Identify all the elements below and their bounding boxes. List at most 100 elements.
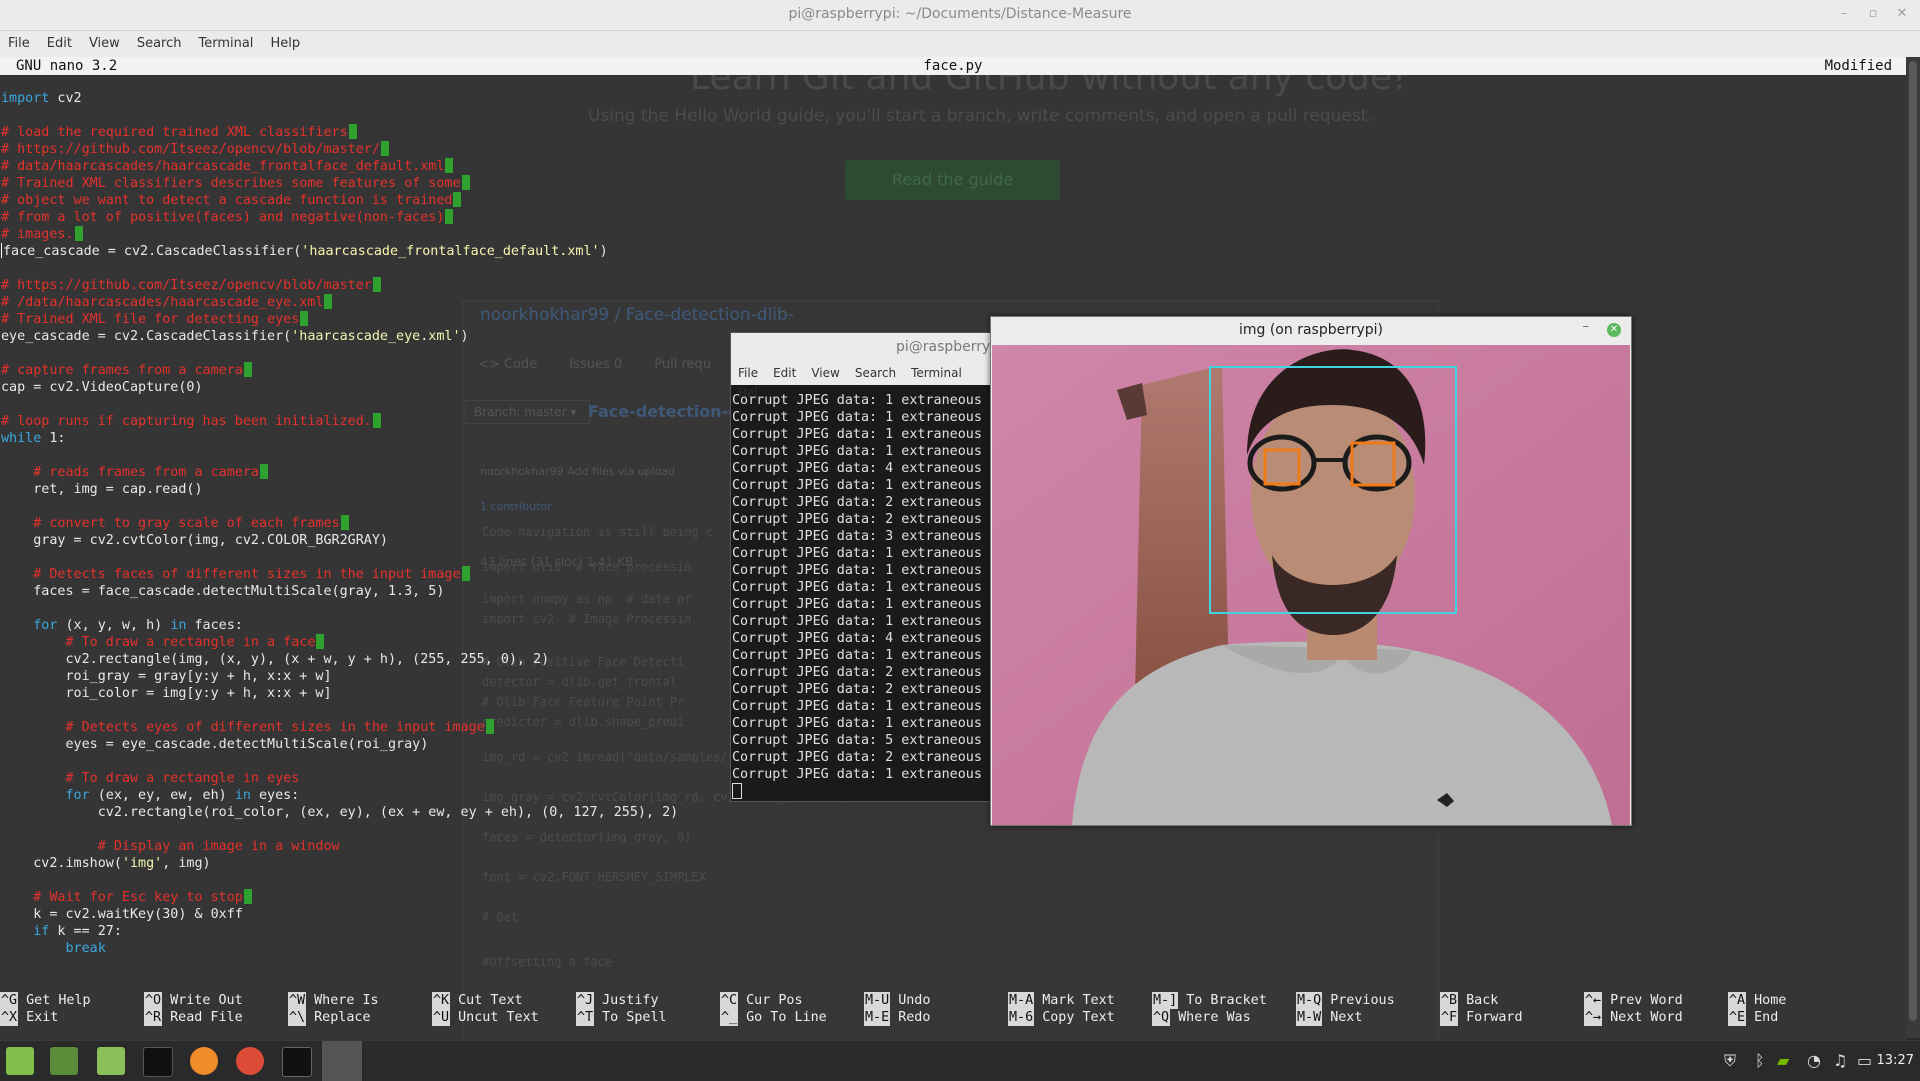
- shortcut-item[interactable]: M-] To Bracket: [1152, 992, 1267, 1009]
- shortcut-item[interactable]: ^J Justify: [576, 992, 667, 1009]
- code-line[interactable]: # https://github.com/Itseez/opencv/blob/…: [1, 141, 678, 158]
- code-line[interactable]: # https://github.com/Itseez/opencv/blob/…: [1, 277, 678, 294]
- code-line[interactable]: import cv2: [1, 90, 678, 107]
- code-line[interactable]: # Wait for Esc key to stop: [1, 889, 678, 906]
- code-line[interactable]: # Display an image in a window: [1, 838, 678, 855]
- code-line[interactable]: [1, 549, 678, 566]
- shortcut-item[interactable]: ^Q Where Was: [1152, 1009, 1267, 1026]
- shortcut-item[interactable]: ^R Read File: [144, 1009, 243, 1026]
- code-line[interactable]: # from a lot of positive(faces) and nega…: [1, 209, 678, 226]
- nvidia-icon[interactable]: ▰: [1777, 1051, 1789, 1070]
- t2-menu-view[interactable]: View: [804, 361, 847, 380]
- mint-menu-icon[interactable]: [6, 1047, 34, 1075]
- code-line[interactable]: if k == 27:: [1, 923, 678, 940]
- code-line[interactable]: [1, 753, 678, 770]
- minimize-icon[interactable]: –: [1836, 6, 1852, 22]
- code-line[interactable]: while 1:: [1, 430, 678, 447]
- opencv-image-window[interactable]: img (on raspberrypi) – ✕: [990, 316, 1632, 826]
- clock[interactable]: 13:27: [1877, 1053, 1914, 1068]
- code-line[interactable]: for (x, y, w, h) in faces:: [1, 617, 678, 634]
- close-icon[interactable]: ✕: [1607, 323, 1621, 337]
- t2-menu-edit[interactable]: Edit: [766, 361, 804, 380]
- code-line[interactable]: cap = cv2.VideoCapture(0): [1, 379, 678, 396]
- menu-edit[interactable]: Edit: [39, 31, 81, 51]
- nano-editor[interactable]: import cv2 # load the required trained XM…: [1, 90, 678, 957]
- close-icon[interactable]: ✕: [1894, 6, 1910, 22]
- code-line[interactable]: k = cv2.waitKey(30) & 0xff: [1, 906, 678, 923]
- second-terminal-window[interactable]: pi@raspberrypi File Edit View Search Termina…: [730, 332, 994, 802]
- code-line[interactable]: [1, 396, 678, 413]
- code-line[interactable]: # loop runs if capturing has been initia…: [1, 413, 678, 430]
- shortcut-item[interactable]: M-W Next: [1296, 1009, 1395, 1026]
- files-icon[interactable]: [97, 1047, 125, 1075]
- code-line[interactable]: # data/haarcascades/haarcascade_frontalf…: [1, 158, 678, 175]
- code-line[interactable]: # Trained XML classifiers describes some…: [1, 175, 678, 192]
- shortcut-item[interactable]: ^\ Replace: [288, 1009, 379, 1026]
- code-line[interactable]: break: [1, 940, 678, 957]
- code-line[interactable]: # Detects faces of different sizes in th…: [1, 566, 678, 583]
- shortcut-item[interactable]: ^G Get Help: [0, 992, 91, 1009]
- shortcut-item[interactable]: ^_ Go To Line: [720, 1009, 827, 1026]
- code-line[interactable]: for (ex, ey, ew, eh) in eyes:: [1, 787, 678, 804]
- shortcut-item[interactable]: ^B Back: [1440, 992, 1523, 1009]
- shortcut-item[interactable]: ^← Prev Word: [1584, 992, 1683, 1009]
- terminal-scrollbar[interactable]: [1906, 57, 1920, 1038]
- shortcut-item[interactable]: M-U Undo: [864, 992, 930, 1009]
- code-line[interactable]: roi_color = img[y:y + h, x:x + w]: [1, 685, 678, 702]
- shortcut-item[interactable]: ^A Home: [1728, 992, 1786, 1009]
- menu-search[interactable]: Search: [129, 31, 191, 51]
- code-line[interactable]: cv2.rectangle(img, (x, y), (x + w, y + h…: [1, 651, 678, 668]
- t2-menu-file[interactable]: File: [731, 361, 766, 380]
- battery-icon[interactable]: ▭: [1857, 1051, 1872, 1070]
- shortcut-item[interactable]: ^→ Next Word: [1584, 1009, 1683, 1026]
- menu-help[interactable]: Help: [262, 31, 309, 51]
- t2-menu-search[interactable]: Search: [848, 361, 904, 380]
- code-line[interactable]: face_cascade = cv2.CascadeClassifier('ha…: [1, 243, 678, 260]
- code-line[interactable]: # convert to gray scale of each frames: [1, 515, 678, 532]
- code-line[interactable]: cv2.imshow('img', img): [1, 855, 678, 872]
- shortcut-item[interactable]: ^F Forward: [1440, 1009, 1523, 1026]
- shortcut-item[interactable]: ^O Write Out: [144, 992, 243, 1009]
- code-line[interactable]: # capture frames from a camera: [1, 362, 678, 379]
- code-line[interactable]: [1, 702, 678, 719]
- chrome-icon[interactable]: [236, 1047, 264, 1075]
- code-line[interactable]: [1, 872, 678, 889]
- menu-terminal[interactable]: Terminal: [190, 31, 262, 51]
- terminal-window-icon[interactable]: [282, 1047, 312, 1077]
- code-line[interactable]: # images.: [1, 226, 678, 243]
- code-line[interactable]: # object we want to detect a cascade fun…: [1, 192, 678, 209]
- minimize-icon[interactable]: –: [1583, 319, 1590, 334]
- image-window-title[interactable]: img (on raspberrypi): [991, 317, 1631, 344]
- maximize-icon[interactable]: ▫: [1865, 6, 1881, 22]
- second-terminal-titlebar[interactable]: pi@raspberrypi: [731, 333, 993, 361]
- menu-file[interactable]: File: [0, 31, 39, 51]
- show-desktop-icon[interactable]: [50, 1047, 78, 1075]
- sound-icon[interactable]: ♫: [1833, 1051, 1847, 1070]
- shortcut-item[interactable]: ^K Cut Text: [432, 992, 539, 1009]
- scrollbar-thumb[interactable]: [1909, 61, 1917, 1021]
- shortcut-item[interactable]: M-E Redo: [864, 1009, 930, 1026]
- shield-icon[interactable]: ⛨: [1724, 1051, 1736, 1071]
- terminal-icon[interactable]: [143, 1047, 173, 1077]
- shortcut-item[interactable]: ^T To Spell: [576, 1009, 667, 1026]
- code-line[interactable]: [1, 107, 678, 124]
- code-line[interactable]: # reads frames from a camera: [1, 464, 678, 481]
- code-line[interactable]: # To draw a rectangle in eyes: [1, 770, 678, 787]
- firefox-icon[interactable]: [190, 1047, 218, 1075]
- code-line[interactable]: faces = face_cascade.detectMultiScale(gr…: [1, 583, 678, 600]
- code-line[interactable]: [1, 260, 678, 277]
- code-line[interactable]: # To draw a rectangle in a face: [1, 634, 678, 651]
- shortcut-item[interactable]: ^E End: [1728, 1009, 1786, 1026]
- code-line[interactable]: [1, 447, 678, 464]
- menu-view[interactable]: View: [81, 31, 129, 51]
- code-line[interactable]: # /data/haarcascades/haarcascade_eye.xml: [1, 294, 678, 311]
- shortcut-item[interactable]: ^X Exit: [0, 1009, 91, 1026]
- shortcut-item[interactable]: M-Q Previous: [1296, 992, 1395, 1009]
- shortcut-item[interactable]: ^W Where Is: [288, 992, 379, 1009]
- shortcut-item[interactable]: ^U Uncut Text: [432, 1009, 539, 1026]
- code-line[interactable]: [1, 600, 678, 617]
- t2-menu-terminal[interactable]: Terminal: [904, 361, 970, 380]
- code-line[interactable]: # Trained XML file for detecting eyes: [1, 311, 678, 328]
- code-line[interactable]: cv2.rectangle(roi_color, (ex, ey), (ex +…: [1, 804, 678, 821]
- code-line[interactable]: roi_gray = gray[y:y + h, x:x + w]: [1, 668, 678, 685]
